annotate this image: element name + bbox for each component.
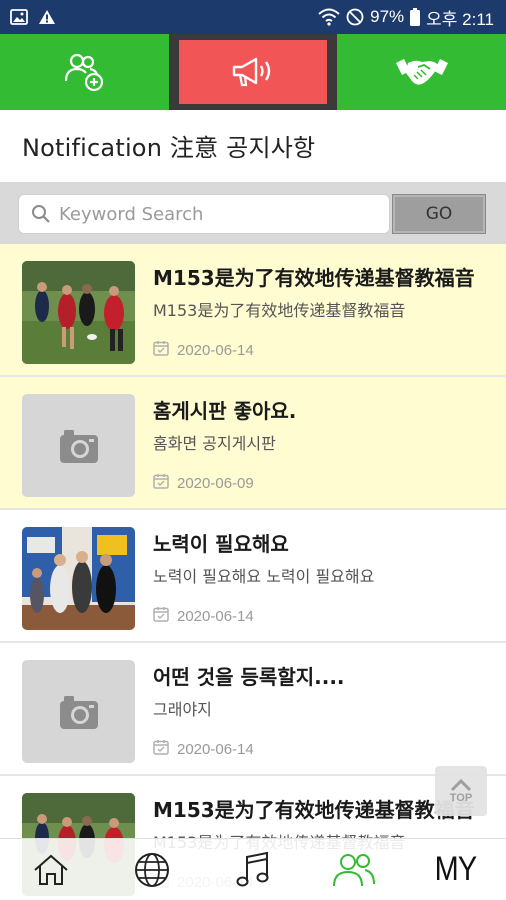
do-not-disturb-icon bbox=[346, 8, 364, 26]
scroll-top-button[interactable]: TOP bbox=[435, 766, 487, 816]
group-photo bbox=[22, 527, 135, 630]
globe-icon bbox=[134, 852, 169, 887]
notice-list: M153是为了有效地传递基督教福音 M153是为了有效地传递基督教福音 2020… bbox=[0, 244, 506, 900]
nav-my[interactable]: MY bbox=[405, 839, 506, 900]
item-title: 홈게시판 좋아요. bbox=[153, 399, 297, 423]
camera-icon bbox=[59, 429, 98, 463]
my-label: MY bbox=[434, 850, 478, 888]
warning-icon bbox=[38, 9, 56, 25]
page-title: Notification 注意 공지사항 bbox=[22, 134, 316, 162]
calendar-icon bbox=[153, 340, 169, 360]
item-description: 그래야지 bbox=[153, 700, 212, 719]
rugby-photo bbox=[22, 261, 135, 364]
people-icon bbox=[333, 853, 376, 886]
item-description: M153是为了有效地传递基督教福音 bbox=[153, 301, 406, 320]
status-right: 97% 오후 2:11 bbox=[318, 5, 494, 29]
item-date-row: 2020-06-14 bbox=[153, 340, 254, 360]
camera-icon bbox=[59, 695, 98, 729]
item-title: M153是为了有效地传递基督教福音 bbox=[153, 266, 475, 290]
list-item[interactable]: 노력이 필요해요 노력이 필요해요 노력이 필요해요 2020-06-14 bbox=[0, 510, 506, 643]
item-description: 홈화면 공지게시판 bbox=[153, 434, 276, 453]
status-bar: 97% 오후 2:11 bbox=[0, 0, 506, 34]
battery-percent: 97% bbox=[370, 7, 405, 26]
tab-notifications[interactable] bbox=[168, 34, 338, 110]
search-input[interactable] bbox=[59, 203, 359, 225]
item-date: 2020-06-14 bbox=[177, 607, 254, 625]
item-date-row: 2020-06-14 bbox=[153, 606, 254, 626]
camera-placeholder bbox=[22, 394, 135, 497]
list-item[interactable]: M153是为了有效地传递基督教福音 M153是为了有效地传递基督教福音 2020… bbox=[0, 244, 506, 377]
handshake-icon bbox=[395, 59, 448, 85]
item-description: 노력이 필요해요 노력이 필요해요 bbox=[153, 567, 375, 586]
battery-icon bbox=[410, 8, 421, 26]
clock: 오후 2:11 bbox=[426, 9, 494, 29]
music-icon bbox=[236, 851, 269, 886]
scroll-top-label: TOP bbox=[449, 792, 473, 804]
megaphone-icon bbox=[232, 57, 271, 87]
calendar-icon bbox=[153, 473, 169, 493]
top-tab-bar bbox=[0, 34, 506, 110]
nav-globe[interactable] bbox=[101, 839, 202, 900]
bottom-nav: MY bbox=[0, 838, 506, 900]
chevron-up-icon bbox=[450, 778, 472, 792]
wifi-icon bbox=[318, 8, 340, 26]
tab-members[interactable] bbox=[0, 34, 169, 110]
status-left bbox=[10, 7, 56, 27]
add-user-icon bbox=[65, 53, 104, 92]
nav-home[interactable] bbox=[0, 839, 101, 900]
search-area: GO bbox=[0, 182, 506, 244]
item-date: 2020-06-14 bbox=[177, 341, 254, 359]
nav-music[interactable] bbox=[202, 839, 303, 900]
search-icon bbox=[31, 204, 51, 224]
calendar-icon bbox=[153, 739, 169, 759]
item-date-row: 2020-06-09 bbox=[153, 473, 254, 493]
item-title: 노력이 필요해요 bbox=[153, 532, 289, 556]
item-date-row: 2020-06-14 bbox=[153, 739, 254, 759]
search-box[interactable] bbox=[18, 194, 390, 234]
tab-partners[interactable] bbox=[337, 34, 506, 110]
item-date: 2020-06-14 bbox=[177, 740, 254, 758]
go-button[interactable]: GO bbox=[392, 194, 486, 234]
list-item[interactable]: 어떤 것을 등록할지.... 그래야지 2020-06-14 bbox=[0, 643, 506, 776]
camera-placeholder bbox=[22, 660, 135, 763]
nav-people[interactable] bbox=[304, 839, 405, 900]
gallery-icon bbox=[10, 9, 28, 25]
calendar-icon bbox=[153, 606, 169, 626]
home-icon bbox=[33, 854, 68, 885]
list-item[interactable]: 홈게시판 좋아요. 홈화면 공지게시판 2020-06-09 bbox=[0, 377, 506, 510]
item-title: 어떤 것을 등록할지.... bbox=[153, 665, 345, 689]
item-date: 2020-06-09 bbox=[177, 474, 254, 492]
